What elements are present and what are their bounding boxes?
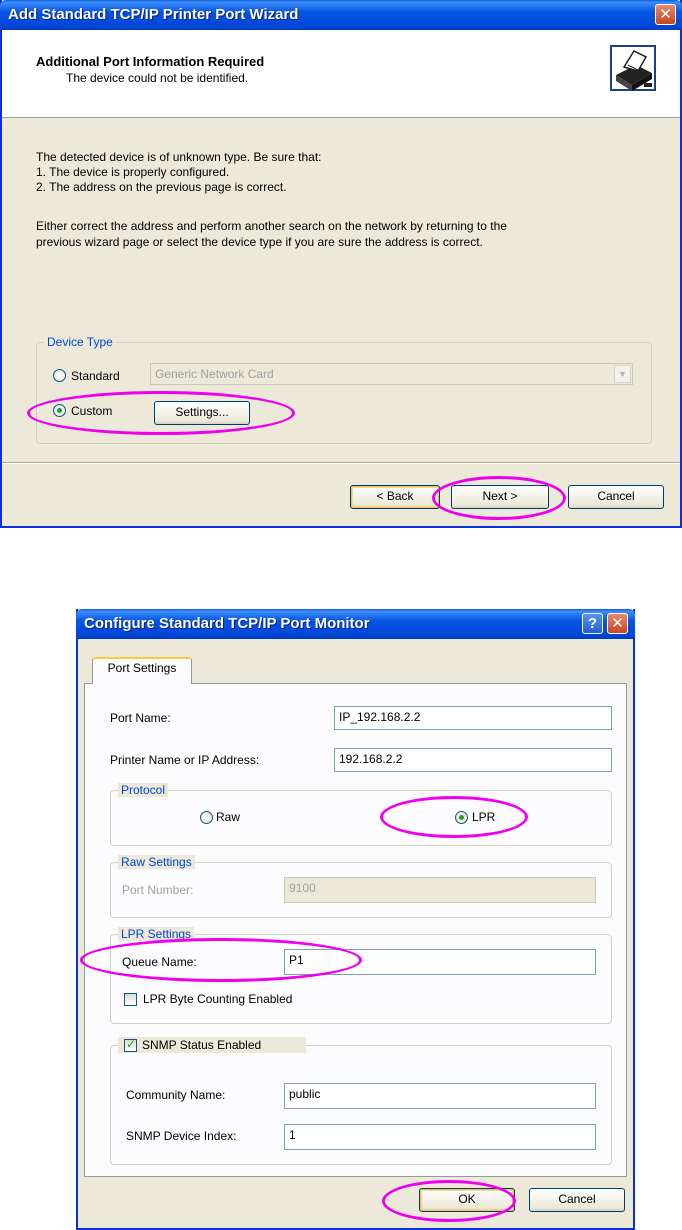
protocol-group (110, 790, 612, 846)
monitor-title: Configure Standard TCP/IP Port Monitor (84, 615, 370, 632)
lpr-radio[interactable] (455, 811, 468, 824)
wizard-header-title: Additional Port Information Required (36, 54, 265, 69)
wizard-header: Additional Port Information Required The… (2, 30, 680, 118)
community-name-label: Community Name: (126, 1088, 226, 1102)
queue-name-field[interactable]: P1 (284, 949, 596, 975)
port-name-field[interactable]: IP_192.168.2.2 (334, 706, 612, 730)
protocol-label: Protocol (118, 783, 169, 797)
snmp-index-field[interactable]: 1 (284, 1124, 596, 1150)
cancel-button[interactable]: Cancel (568, 485, 664, 509)
custom-radio-label[interactable]: Custom (71, 404, 112, 418)
printer-name-field[interactable]: 192.168.2.2 (334, 748, 612, 772)
lpr-radio-label[interactable]: LPR (472, 810, 495, 824)
wizard-body-para2-line2: previous wizard page or select the devic… (36, 235, 483, 249)
printer-name-label: Printer Name or IP Address: (110, 753, 260, 767)
lpr-settings-group (110, 934, 612, 1024)
port-number-label: Port Number: (122, 883, 194, 897)
wizard-body-line2: 1. The device is properly configured. (36, 165, 230, 179)
snmp-label[interactable]: SNMP Status Enabled (142, 1038, 261, 1052)
raw-radio[interactable] (200, 811, 213, 824)
wizard-body-line1: The detected device is of unknown type. … (36, 150, 322, 164)
wizard-titlebar[interactable]: Add Standard TCP/IP Printer Port Wizard … (0, 0, 682, 30)
help-icon[interactable]: ? (582, 613, 603, 634)
wizard-header-subtitle: The device could not be identified. (66, 71, 249, 85)
monitor-titlebar[interactable]: Configure Standard TCP/IP Port Monitor ?… (76, 609, 635, 639)
wizard-footer-divider (2, 462, 680, 464)
wizard-window: Add Standard TCP/IP Printer Port Wizard … (0, 0, 682, 528)
raw-radio-label[interactable]: Raw (216, 810, 240, 824)
wizard-title: Add Standard TCP/IP Printer Port Wizard (8, 6, 299, 23)
raw-settings-label: Raw Settings (118, 855, 195, 869)
device-type-combo[interactable]: Generic Network Card ▼ (150, 363, 633, 385)
wizard-body-line3: 2. The address on the previous page is c… (36, 180, 287, 194)
snmp-index-label: SNMP Device Index: (126, 1129, 237, 1143)
lpr-byte-checkbox[interactable] (124, 993, 137, 1006)
standard-radio[interactable] (53, 369, 66, 382)
port-name-label: Port Name: (110, 711, 171, 725)
device-type-label: Device Type (44, 335, 116, 349)
device-type-group (36, 342, 652, 444)
close-icon[interactable]: ✕ (607, 613, 628, 634)
device-type-combo-value: Generic Network Card (155, 367, 274, 381)
tab-port-settings[interactable]: Port Settings (92, 657, 192, 684)
close-icon[interactable]: ✕ (655, 4, 676, 25)
port-number-field[interactable]: 9100 (284, 877, 596, 903)
community-name-field[interactable]: public (284, 1083, 596, 1109)
settings-button[interactable]: Settings... (154, 401, 250, 425)
queue-name-label: Queue Name: (122, 955, 197, 969)
ok-button[interactable]: OK (419, 1188, 515, 1212)
printer-icon (610, 45, 656, 91)
monitor-cancel-button[interactable]: Cancel (529, 1188, 625, 1212)
wizard-body-para2-line1: Either correct the address and perform a… (36, 219, 507, 233)
custom-radio[interactable] (53, 404, 66, 417)
back-button[interactable]: < Back (350, 485, 440, 509)
lpr-byte-label[interactable]: LPR Byte Counting Enabled (143, 992, 292, 1006)
monitor-window: Configure Standard TCP/IP Port Monitor ?… (76, 609, 635, 1230)
next-button[interactable]: Next > (451, 485, 549, 509)
standard-radio-label[interactable]: Standard (71, 369, 120, 383)
chevron-down-icon[interactable]: ▼ (614, 365, 631, 383)
lpr-settings-label: LPR Settings (118, 927, 195, 941)
snmp-checkbox[interactable] (124, 1037, 137, 1052)
